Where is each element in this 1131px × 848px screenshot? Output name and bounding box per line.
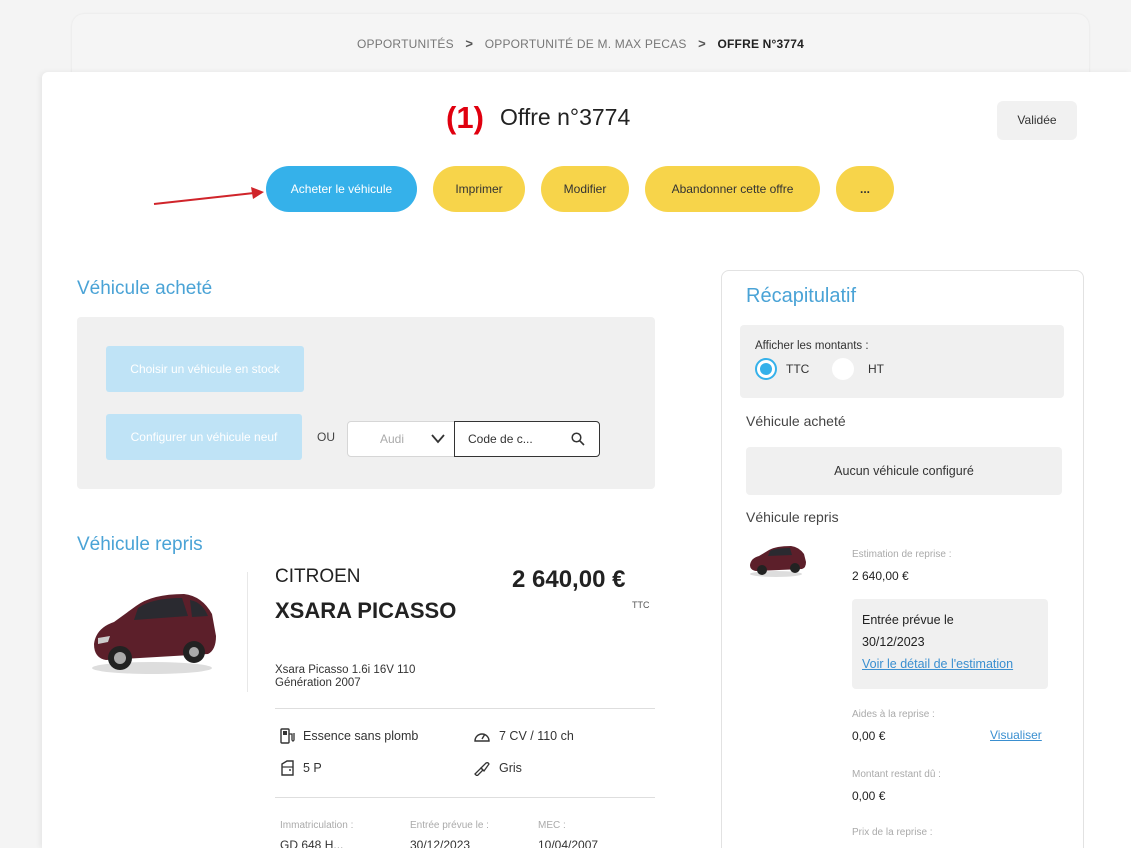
main-panel: (1) Offre n°3774 Validée Acheter le véhi… [42, 72, 1131, 848]
car-price: 2 640,00 € [512, 566, 626, 593]
car-door-icon [281, 760, 294, 776]
spec-power-value: 7 CV / 110 ch [499, 729, 574, 743]
car-image [92, 594, 216, 674]
configure-new-button[interactable]: Configurer un véhicule neuf [106, 414, 302, 460]
vehicule-achete-box: Choisir un véhicule en stock Configurer … [77, 317, 655, 489]
gauge-icon [474, 733, 490, 742]
prix-reprise-label: Prix de la reprise : [852, 827, 933, 838]
paint-spray-icon [474, 762, 490, 776]
page-title: Offre n°3774 [500, 104, 631, 130]
estimation-detail-link[interactable]: Voir le détail de l'estimation [862, 657, 1013, 671]
car-model: XSARA PICASSO [275, 598, 457, 623]
spec-doors-value: 5 P [303, 761, 322, 775]
radio-ht[interactable] [832, 358, 854, 380]
code-search-placeholder: Code de c... [468, 432, 533, 446]
print-button[interactable]: Imprimer [433, 166, 525, 212]
no-vehicle-box: Aucun véhicule configuré [746, 447, 1062, 495]
title-row: (1) Offre n°3774 [42, 100, 1131, 140]
divider [275, 797, 655, 798]
visualiser-link[interactable]: Visualiser [990, 728, 1042, 742]
entry-info-box: Entrée prévue le 30/12/2023 Voir le déta… [852, 599, 1048, 689]
entry-date: 30/12/2023 [862, 635, 925, 649]
brand-select-value: Audi [380, 432, 405, 446]
status-button[interactable]: Validée [997, 101, 1077, 140]
recap-repris-title: Véhicule repris [746, 509, 839, 525]
amounts-toggle-box: Afficher les montants : TTC HT [740, 325, 1064, 398]
breadcrumb-opportunite[interactable]: OPPORTUNITÉ DE M. MAX PECAS [485, 37, 687, 51]
brand-select[interactable]: Audi [347, 421, 455, 457]
recap-panel: Récapitulatif Afficher les montants : TT… [721, 270, 1084, 848]
entry-label: Entrée prévue le [862, 613, 954, 627]
buy-vehicle-button[interactable]: Acheter le véhicule [266, 166, 417, 212]
radio-ttc-label[interactable]: TTC [786, 362, 809, 376]
divider [247, 572, 248, 692]
recap-title: Récapitulatif [746, 285, 857, 307]
more-button[interactable]: ... [836, 166, 894, 212]
restant-value: 0,00 € [852, 789, 886, 803]
fuel-pump-icon [280, 728, 295, 744]
aides-label: Aides à la reprise : [852, 709, 935, 720]
estimation-label: Estimation de reprise : [852, 549, 952, 560]
meta-value-mec: 10/04/2007 [538, 838, 599, 848]
meta-label-mec: MEC : [538, 820, 566, 831]
search-icon[interactable] [571, 432, 585, 446]
abandon-offer-button[interactable]: Abandonner cette offre [645, 166, 820, 212]
or-label: OU [317, 430, 335, 444]
recap-achete-title: Véhicule acheté [746, 413, 846, 429]
car-thumbnail [750, 546, 806, 577]
spec-color: Gris [473, 760, 522, 776]
choose-stock-button[interactable]: Choisir un véhicule en stock [106, 346, 304, 392]
page-frame: OPPORTUNITÉS > OPPORTUNITÉ DE M. MAX PEC… [0, 0, 1131, 848]
spec-doors: 5 P [280, 760, 322, 776]
estimation-value: 2 640,00 € [852, 569, 909, 583]
meta-value-immatriculation: GD 648 H... [280, 838, 344, 848]
aides-value: 0,00 € [852, 729, 886, 743]
spec-color-value: Gris [499, 761, 522, 775]
breadcrumb-separator: > [465, 36, 474, 51]
restant-label: Montant restant dû : [852, 769, 941, 780]
red-arrow-icon [153, 187, 264, 205]
spec-power: 7 CV / 110 ch [473, 728, 574, 744]
code-search-input[interactable]: Code de c... [454, 421, 600, 457]
amounts-label: Afficher les montants : [755, 340, 869, 352]
car-price-tax: TTC [632, 600, 650, 610]
section-title-vehicule-repris: Véhicule repris [77, 534, 203, 555]
radio-ttc[interactable] [755, 358, 777, 380]
section-title-vehicule-achete: Véhicule acheté [77, 278, 213, 299]
annotation-marker: (1) [446, 100, 484, 135]
breadcrumb-opportunites[interactable]: OPPORTUNITÉS [357, 37, 454, 51]
spec-fuel-value: Essence sans plomb [303, 729, 419, 743]
radio-ht-label[interactable]: HT [868, 362, 884, 376]
meta-label-immatriculation: Immatriculation : [280, 820, 354, 831]
breadcrumb-separator: > [698, 36, 706, 51]
car-brand: CITROEN [275, 566, 361, 587]
meta-label-entree: Entrée prévue le : [410, 820, 489, 831]
car-version: Xsara Picasso 1.6i 16V 110 Génération 20… [275, 664, 416, 689]
divider [275, 708, 655, 709]
breadcrumb: OPPORTUNITÉS > OPPORTUNITÉ DE M. MAX PEC… [72, 36, 1089, 51]
spec-fuel: Essence sans plomb [280, 728, 418, 744]
chevron-down-icon [431, 434, 445, 444]
edit-button[interactable]: Modifier [541, 166, 629, 212]
breadcrumb-current: OFFRE N°3774 [717, 37, 805, 51]
meta-value-entree: 30/12/2023 [410, 838, 471, 848]
